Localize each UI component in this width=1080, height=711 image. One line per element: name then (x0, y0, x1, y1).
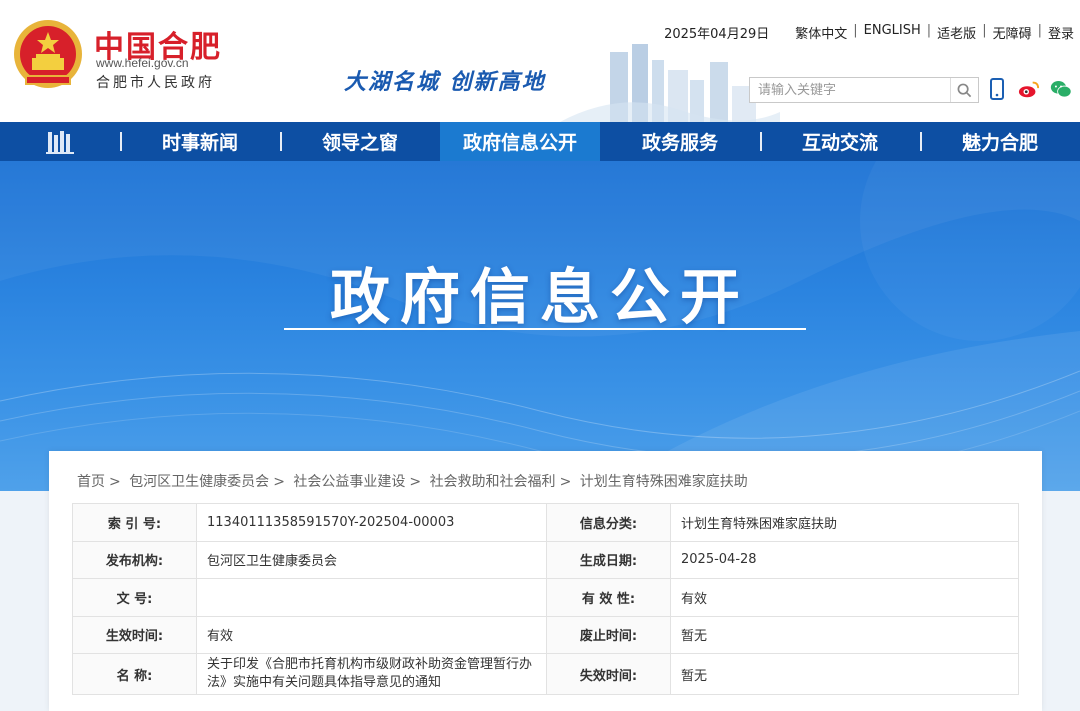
label-validity: 有 效 性: (546, 578, 671, 617)
table-row: 名 称: 关于印发《合肥市托育机构市级财政补助资金管理暂行办法》实施中有关问题具… (72, 653, 1019, 695)
value-created-date: 2025-04-28 (670, 540, 1019, 579)
info-table: 索 引 号: 11340111358591570Y-202504-00003 信… (72, 503, 1019, 695)
search-icon (957, 83, 972, 97)
value-name: 关于印发《合肥市托育机构市级财政补助资金管理暂行办法》实施中有关问题具体指导意见… (196, 653, 547, 695)
site-header: 中国合肥 www.hefei.gov.cn 合肥市人民政府 大湖名城 创新高地 … (0, 0, 1080, 122)
search-box (749, 77, 979, 103)
label-category: 信息分类: (546, 503, 671, 542)
nav-label: 互动交流 (801, 132, 878, 154)
mobile-icon[interactable] (986, 78, 1008, 100)
logo-url: www.hefei.gov.cn (96, 56, 189, 70)
national-emblem-icon (14, 20, 82, 88)
content-panel: 首页 > 包河区卫生健康委员会 > 社会公益事业建设 > 社会救助和社会福利 > 计划生… (49, 451, 1042, 711)
nav-label: 政府信息公开 (462, 132, 577, 154)
page-banner: 政府信息公开 (0, 161, 1080, 491)
breadcrumb-social-relief[interactable]: 社会救助和社会福利 (430, 474, 556, 490)
nav-interaction[interactable]: 互动交流 (760, 122, 920, 161)
breadcrumb-health-committee[interactable]: 包河区卫生健康委员会 (129, 474, 269, 490)
value-category: 计划生育特殊困难家庭扶助 (670, 503, 1019, 542)
label-publisher: 发布机构: (72, 540, 197, 579)
slogan: 大湖名城 创新高地 (344, 69, 546, 95)
search-input[interactable] (750, 78, 946, 102)
nav-services[interactable]: 政务服务 (600, 122, 760, 161)
wechat-icon[interactable] (1050, 78, 1072, 100)
label-doc-no: 文 号: (72, 578, 197, 617)
nav-gov-info[interactable]: 政府信息公开 (440, 122, 600, 161)
link-login[interactable]: 登录 (1048, 23, 1074, 42)
label-effective-time: 生效时间: (72, 615, 197, 654)
nav-news[interactable]: 时事新闻 (120, 122, 280, 161)
nav-label: 魅力合肥 (961, 132, 1038, 154)
value-expiry-time: 暂无 (670, 653, 1019, 695)
search-button[interactable] (950, 78, 978, 102)
banner-title: 政府信息公开 (330, 263, 750, 333)
breadcrumb-home[interactable]: 首页 (77, 474, 105, 490)
value-publisher: 包河区卫生健康委员会 (196, 540, 547, 579)
nav-home[interactable] (0, 122, 120, 161)
city-skyline-image (560, 44, 780, 122)
top-links: 2025年04月29日 繁体中文 | ENGLISH | 适老版 | 无障碍 | 登录 (664, 23, 1074, 42)
breadcrumb-public-welfare[interactable]: 社会公益事业建设 (293, 474, 405, 490)
building-home-icon (46, 130, 74, 154)
breadcrumb: 首页 > 包河区卫生健康委员会 > 社会公益事业建设 > 社会救助和社会福利 > 计划生… (77, 474, 748, 490)
value-repeal-time: 暂无 (670, 615, 1019, 654)
nav-label: 时事新闻 (161, 132, 238, 154)
nav-leaders[interactable]: 领导之窗 (280, 122, 440, 161)
label-index-no: 索 引 号: (72, 503, 197, 542)
nav-label: 领导之窗 (321, 132, 398, 154)
table-row: 索 引 号: 11340111358591570Y-202504-00003 信… (72, 503, 1019, 542)
label-repeal-time: 废止时间: (546, 615, 671, 654)
value-index-no: 11340111358591570Y-202504-00003 (196, 503, 547, 542)
table-row: 文 号: 有 效 性: 有效 (72, 578, 1019, 617)
label-name: 名 称: (72, 653, 197, 695)
nav-charm-hefei[interactable]: 魅力合肥 (920, 122, 1080, 161)
link-elderly-version[interactable]: 适老版 (937, 23, 976, 42)
logo-subtitle: 合肥市人民政府 (96, 75, 215, 91)
value-doc-no (196, 578, 547, 617)
table-row: 生效时间: 有效 废止时间: 暂无 (72, 615, 1019, 654)
nav-label: 政务服务 (641, 132, 718, 154)
breadcrumb-family-support[interactable]: 计划生育特殊困难家庭扶助 (580, 474, 748, 490)
link-english[interactable]: ENGLISH (864, 23, 921, 42)
label-expiry-time: 失效时间: (546, 653, 671, 695)
link-traditional-chinese[interactable]: 繁体中文 (795, 23, 847, 42)
banner-underline (284, 328, 806, 330)
current-date: 2025年04月29日 (664, 27, 770, 42)
social-icons (986, 78, 1072, 100)
main-nav: 时事新闻 领导之窗 政府信息公开 政务服务 互动交流 魅力合肥 (0, 122, 1080, 161)
value-validity: 有效 (670, 578, 1019, 617)
link-accessibility[interactable]: 无障碍 (993, 23, 1032, 42)
label-created-date: 生成日期: (546, 540, 671, 579)
weibo-icon[interactable] (1018, 78, 1040, 100)
value-effective-time: 有效 (196, 615, 547, 654)
table-row: 发布机构: 包河区卫生健康委员会 生成日期: 2025-04-28 (72, 540, 1019, 579)
